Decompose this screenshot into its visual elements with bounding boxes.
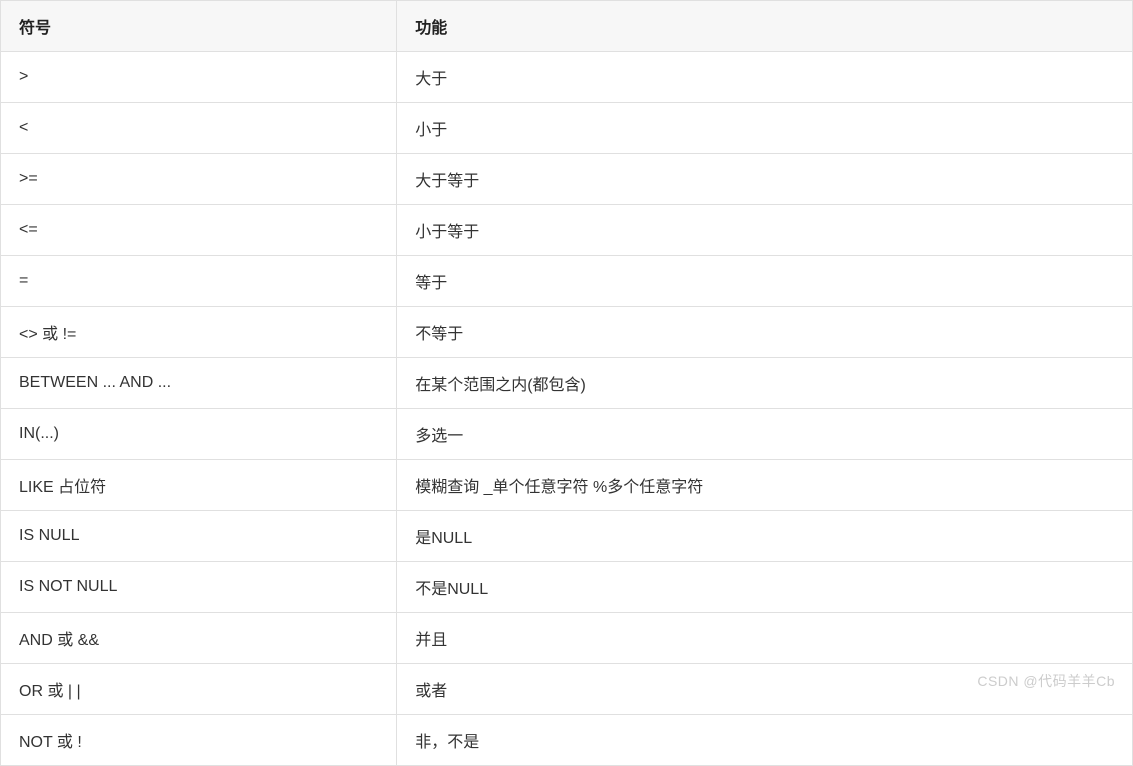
cell-function: 非，不是 — [397, 715, 1133, 766]
cell-function: 多选一 — [397, 409, 1133, 460]
table-header-row: 符号 功能 — [1, 1, 1133, 52]
cell-symbol: < — [1, 103, 397, 154]
header-symbol: 符号 — [1, 1, 397, 52]
table-row: IN(...) 多选一 — [1, 409, 1133, 460]
cell-symbol: >= — [1, 154, 397, 205]
cell-function: 大于 — [397, 52, 1133, 103]
table-row: NOT 或 ! 非，不是 — [1, 715, 1133, 766]
cell-function: 是NULL — [397, 511, 1133, 562]
table-row: IS NULL 是NULL — [1, 511, 1133, 562]
cell-symbol: > — [1, 52, 397, 103]
table-row: LIKE 占位符 模糊查询 _单个任意字符 %多个任意字符 — [1, 460, 1133, 511]
table-row: <> 或 != 不等于 — [1, 307, 1133, 358]
table-row: AND 或 && 并且 — [1, 613, 1133, 664]
operators-table: 符号 功能 > 大于 < 小于 >= 大于等于 <= 小于等于 = 等于 <> … — [0, 0, 1133, 766]
cell-function: 大于等于 — [397, 154, 1133, 205]
header-function: 功能 — [397, 1, 1133, 52]
cell-function: 不等于 — [397, 307, 1133, 358]
cell-symbol: IS NOT NULL — [1, 562, 397, 613]
cell-symbol: = — [1, 256, 397, 307]
watermark-text: CSDN @代码羊羊Cb — [977, 671, 1115, 691]
table-row: <= 小于等于 — [1, 205, 1133, 256]
cell-symbol: NOT 或 ! — [1, 715, 397, 766]
cell-function: 小于等于 — [397, 205, 1133, 256]
table-row: >= 大于等于 — [1, 154, 1133, 205]
table-row: OR 或 | | 或者 — [1, 664, 1133, 715]
cell-function: 不是NULL — [397, 562, 1133, 613]
cell-symbol: OR 或 | | — [1, 664, 397, 715]
cell-symbol: <= — [1, 205, 397, 256]
cell-symbol: LIKE 占位符 — [1, 460, 397, 511]
cell-function: 模糊查询 _单个任意字符 %多个任意字符 — [397, 460, 1133, 511]
cell-symbol: <> 或 != — [1, 307, 397, 358]
table-row: BETWEEN ... AND ... 在某个范围之内(都包含) — [1, 358, 1133, 409]
table-row: = 等于 — [1, 256, 1133, 307]
cell-symbol: IN(...) — [1, 409, 397, 460]
cell-function: 在某个范围之内(都包含) — [397, 358, 1133, 409]
cell-symbol: BETWEEN ... AND ... — [1, 358, 397, 409]
cell-function: 并且 — [397, 613, 1133, 664]
cell-function: 等于 — [397, 256, 1133, 307]
table-row: > 大于 — [1, 52, 1133, 103]
cell-symbol: AND 或 && — [1, 613, 397, 664]
table-row: < 小于 — [1, 103, 1133, 154]
table-body: > 大于 < 小于 >= 大于等于 <= 小于等于 = 等于 <> 或 != 不… — [1, 52, 1133, 766]
cell-symbol: IS NULL — [1, 511, 397, 562]
table-row: IS NOT NULL 不是NULL — [1, 562, 1133, 613]
cell-function: 小于 — [397, 103, 1133, 154]
